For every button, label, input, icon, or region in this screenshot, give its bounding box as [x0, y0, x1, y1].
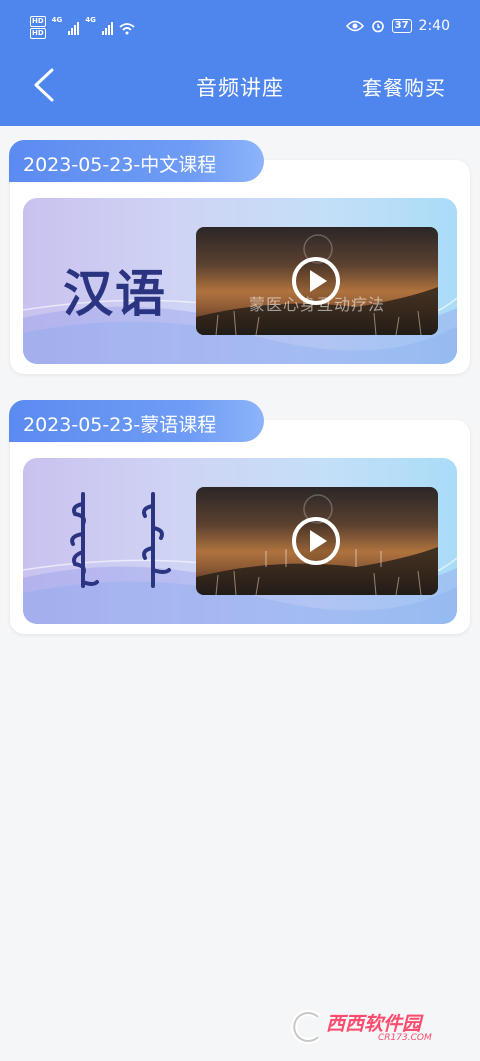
play-icon[interactable]: [291, 516, 341, 566]
battery-icon: 37: [391, 19, 412, 33]
watermark: 西西软件园 CR173.COM: [286, 1007, 466, 1047]
alarm-icon: [371, 20, 384, 33]
course-banner[interactable]: 汉语 蒙医心身互动疗法: [23, 198, 457, 364]
hd-label-1: HD: [30, 16, 46, 27]
play-icon[interactable]: [291, 256, 341, 306]
watermark-sub: CR173.COM: [378, 1033, 432, 1043]
language-label: 汉语: [63, 265, 167, 323]
signal-icon-2: [101, 21, 113, 35]
header: HD HD 4G 4G 37 2:40 音频讲座 套餐购买: [0, 0, 480, 126]
network-type-2: 4G: [85, 16, 96, 24]
watermark-text: 西西软件园: [326, 1013, 422, 1035]
video-thumbnail[interactable]: [196, 487, 438, 595]
network-type-1: 4G: [51, 16, 63, 24]
course-date-tab: 2023-05-23-中文课程: [9, 140, 264, 182]
course-card: 2023-05-23-中文课程 汉语 蒙医心身互动疗法: [9, 140, 470, 374]
eye-icon: [345, 20, 364, 32]
clock: 2:40: [418, 18, 450, 34]
watermark-logo-icon: [291, 1010, 321, 1044]
package-purchase-button[interactable]: 套餐购买: [362, 72, 446, 101]
wifi-icon: [119, 22, 135, 34]
video-thumbnail[interactable]: 蒙医心身互动疗法: [196, 227, 438, 335]
signal-icon: [68, 21, 80, 35]
hd-label-2: HD: [30, 28, 46, 39]
course-banner[interactable]: [23, 458, 457, 624]
status-bar: HD HD 4G 4G 37 2:40: [0, 0, 480, 56]
hd-indicator: HD HD: [30, 16, 46, 40]
course-card: 2023-05-23-蒙语课程: [9, 400, 470, 634]
mongolian-script-label: [70, 492, 171, 588]
course-date-tab: 2023-05-23-蒙语课程: [9, 400, 264, 442]
